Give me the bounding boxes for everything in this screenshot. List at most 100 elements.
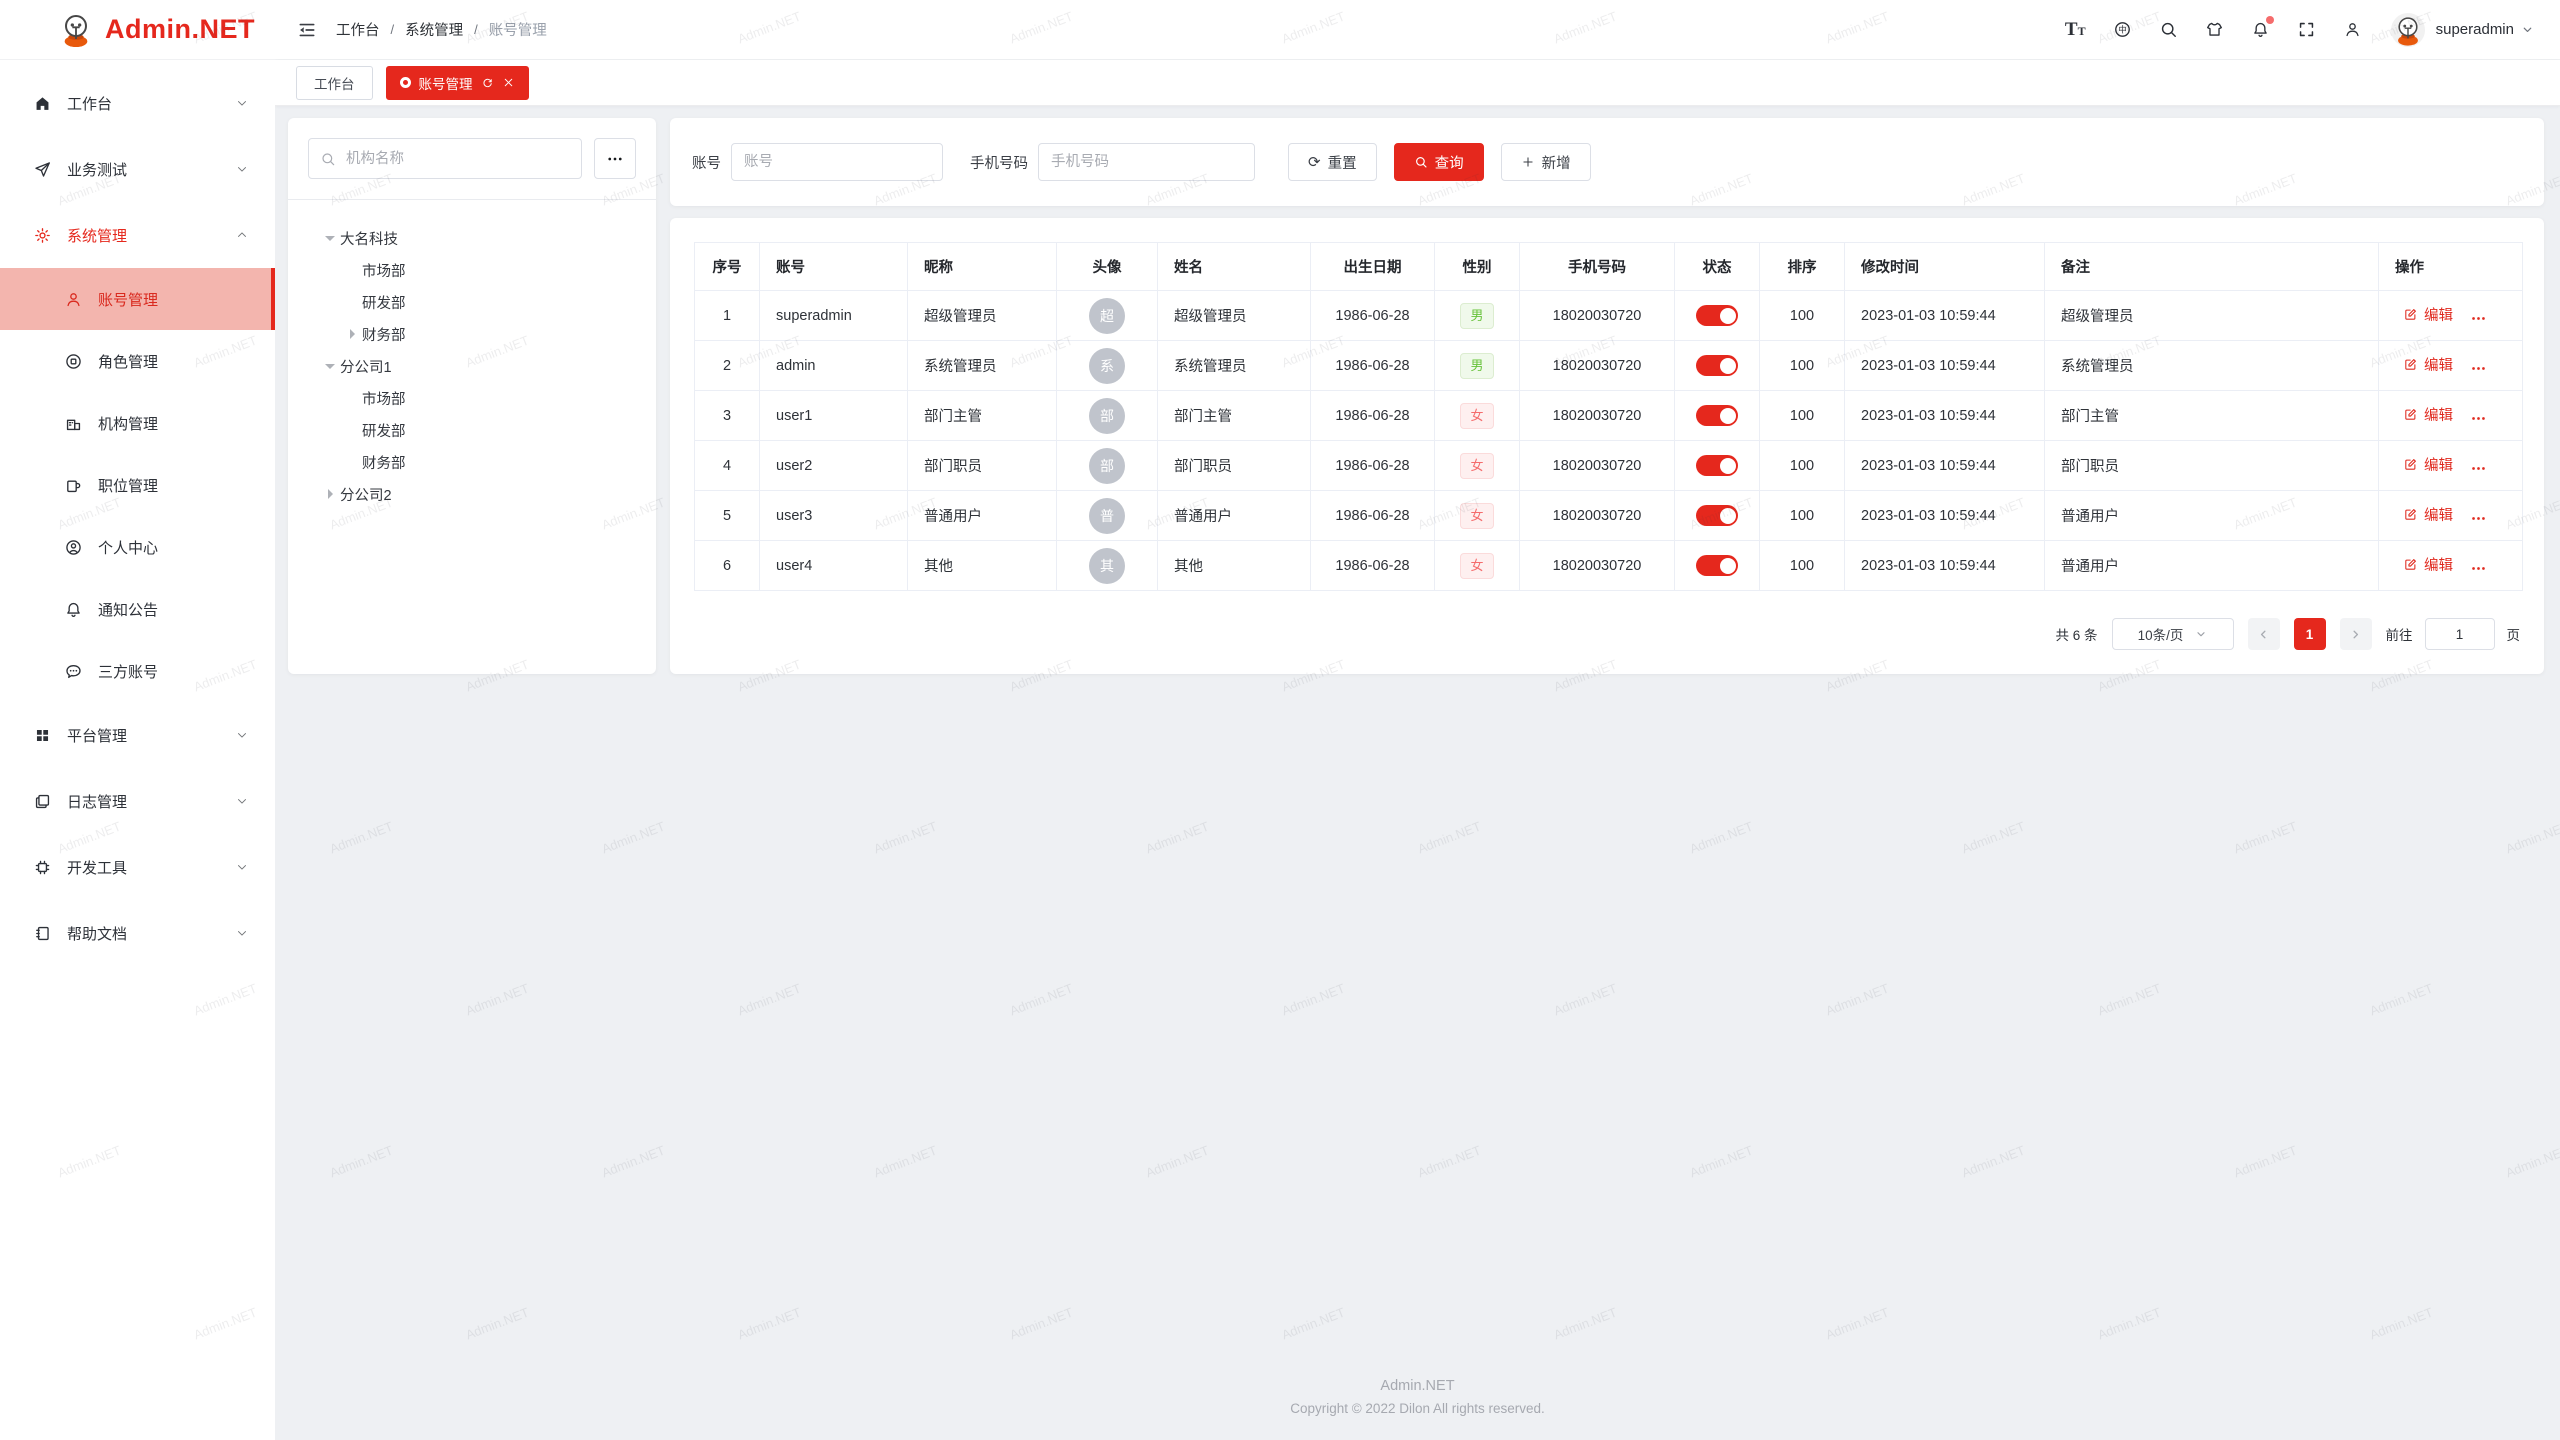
font-size-icon[interactable]: TT (2065, 20, 2086, 39)
table-row: 1superadmin超级管理员超超级管理员1986-06-28男1802003… (695, 291, 2523, 341)
logo[interactable]: Admin.NET (0, 0, 275, 60)
user-avatar[interactable] (2391, 13, 2425, 47)
tree-node-label: 大名科技 (340, 228, 398, 249)
cell-account: user4 (760, 541, 908, 591)
tab-refresh-icon[interactable] (481, 76, 494, 89)
menu-fold-icon[interactable] (297, 20, 317, 40)
cell-remark: 部门职员 (2045, 441, 2379, 491)
cell-index: 5 (695, 491, 760, 541)
edit-icon (2403, 557, 2418, 572)
phone-label: 手机号码 (970, 152, 1028, 173)
account-input[interactable] (731, 143, 943, 181)
svg-text:中: 中 (2118, 25, 2126, 35)
sidebar-subitem[interactable]: 角色管理 (0, 330, 275, 392)
caret-placeholder (342, 292, 362, 312)
sidebar-item[interactable]: 开发工具 (0, 834, 275, 900)
cell-mtime: 2023-01-03 10:59:44 (1845, 491, 2045, 541)
edit-button[interactable]: 编辑 (2403, 454, 2453, 475)
sidebar-subitem[interactable]: 个人中心 (0, 516, 275, 578)
caret-right-icon[interactable] (342, 324, 362, 344)
sidebar-item[interactable]: 帮助文档 (0, 900, 275, 966)
page-1-button[interactable]: 1 (2294, 618, 2326, 650)
tree-node[interactable]: 市场部 (308, 254, 636, 286)
breadcrumb-item[interactable]: 系统管理 (405, 19, 463, 40)
person-icon[interactable] (2343, 20, 2362, 39)
row-more-button[interactable] (2470, 560, 2487, 577)
tree-node[interactable]: 研发部 (308, 414, 636, 446)
sidebar-item[interactable]: 系统管理 (0, 202, 275, 268)
row-more-button[interactable] (2470, 510, 2487, 527)
row-more-button[interactable] (2470, 360, 2487, 377)
next-page-button[interactable] (2340, 618, 2372, 650)
goto-page-input[interactable] (2425, 618, 2495, 650)
edit-button[interactable]: 编辑 (2403, 354, 2453, 375)
status-toggle[interactable] (1696, 305, 1738, 326)
edit-button[interactable]: 编辑 (2403, 404, 2453, 425)
caret-placeholder (342, 388, 362, 408)
notification-icon[interactable] (2251, 20, 2270, 39)
edit-button[interactable]: 编辑 (2403, 304, 2453, 325)
sidebar-subitem-label: 机构管理 (98, 413, 249, 434)
caret-down-icon[interactable] (320, 356, 340, 376)
phone-input[interactable] (1038, 143, 1255, 181)
footer-copyright: Copyright © 2022 Dilon All rights reserv… (1290, 1401, 1545, 1416)
tree-node[interactable]: 市场部 (308, 382, 636, 414)
row-more-button[interactable] (2470, 310, 2487, 327)
language-icon[interactable]: 中 (2113, 20, 2132, 39)
tree-node[interactable]: 大名科技 (308, 222, 636, 254)
reset-button[interactable]: ⟳ 重置 (1288, 143, 1377, 181)
sidebar-subitem[interactable]: 通知公告 (0, 578, 275, 640)
position-icon (64, 476, 83, 495)
row-more-button[interactable] (2470, 410, 2487, 427)
status-toggle[interactable] (1696, 355, 1738, 376)
tab-close-icon[interactable] (502, 76, 515, 89)
sidebar-subitem[interactable]: 机构管理 (0, 392, 275, 454)
sidebar-item[interactable]: 日志管理 (0, 768, 275, 834)
sidebar-subitem[interactable]: 账号管理 (0, 268, 275, 330)
search-icon[interactable] (2159, 20, 2178, 39)
sidebar-item[interactable]: 平台管理 (0, 702, 275, 768)
cell-status (1675, 341, 1760, 391)
org-search-input[interactable] (344, 150, 570, 168)
caret-right-icon[interactable] (320, 484, 340, 504)
tab-active[interactable]: 账号管理 (386, 66, 529, 100)
tab-item[interactable]: 工作台 (296, 66, 373, 100)
row-more-button[interactable] (2470, 460, 2487, 477)
tree-node[interactable]: 财务部 (308, 446, 636, 478)
tree-node-label: 分公司2 (340, 484, 392, 505)
tree-node[interactable]: 分公司2 (308, 478, 636, 510)
cell-account: admin (760, 341, 908, 391)
cell-gender: 女 (1435, 491, 1520, 541)
breadcrumb-item[interactable]: 工作台 (336, 19, 380, 40)
query-button[interactable]: 查询 (1394, 143, 1484, 181)
user-icon (64, 290, 83, 309)
org-more-button[interactable] (594, 138, 636, 179)
status-toggle[interactable] (1696, 505, 1738, 526)
chevron-down-icon (235, 860, 249, 874)
page-size-select[interactable]: 10条/页 (2112, 618, 2234, 650)
cell-avatar: 普 (1057, 491, 1158, 541)
col-header-account: 账号 (760, 243, 908, 291)
col-header-ops: 操作 (2379, 243, 2523, 291)
tree-node[interactable]: 分公司1 (308, 350, 636, 382)
add-button[interactable]: 新增 (1501, 143, 1591, 181)
cell-nickname: 其他 (908, 541, 1057, 591)
sidebar-subitem[interactable]: 三方账号 (0, 640, 275, 702)
table-row: 6user4其他其其他1986-06-28女180200307201002023… (695, 541, 2523, 591)
fullscreen-icon[interactable] (2297, 20, 2316, 39)
sidebar-subitem[interactable]: 职位管理 (0, 454, 275, 516)
username[interactable]: superadmin (2436, 21, 2514, 38)
status-toggle[interactable] (1696, 555, 1738, 576)
sidebar-item[interactable]: 工作台 (0, 70, 275, 136)
caret-down-icon[interactable] (320, 228, 340, 248)
tree-node[interactable]: 财务部 (308, 318, 636, 350)
sidebar-item[interactable]: 业务测试 (0, 136, 275, 202)
edit-button[interactable]: 编辑 (2403, 504, 2453, 525)
prev-page-button[interactable] (2248, 618, 2280, 650)
status-toggle[interactable] (1696, 405, 1738, 426)
status-toggle[interactable] (1696, 455, 1738, 476)
tree-node[interactable]: 研发部 (308, 286, 636, 318)
cell-mtime: 2023-01-03 10:59:44 (1845, 391, 2045, 441)
theme-icon[interactable] (2205, 20, 2224, 39)
edit-button[interactable]: 编辑 (2403, 554, 2453, 575)
